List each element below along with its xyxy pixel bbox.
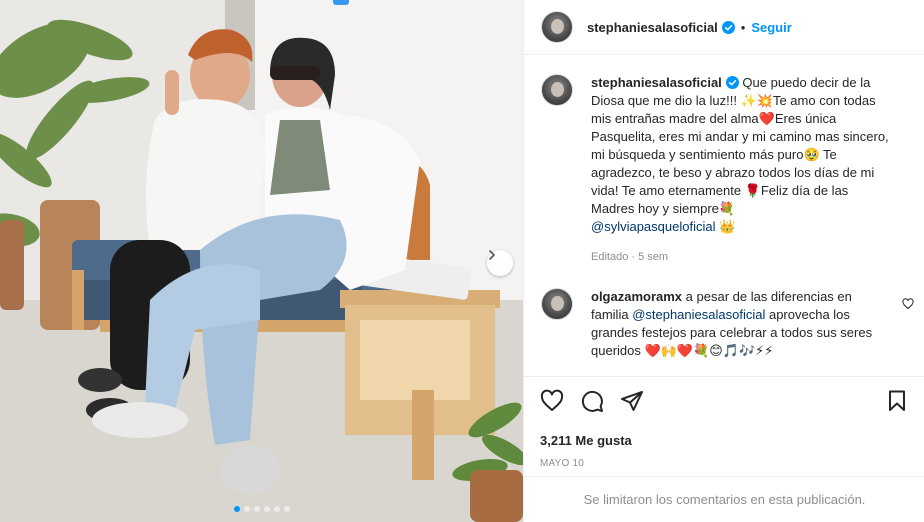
carousel-dot xyxy=(263,506,270,512)
comments-area[interactable]: stephaniesalasoficial Que puedo decir de… xyxy=(524,56,924,374)
photo-illustration xyxy=(0,0,523,522)
carousel-dot-active xyxy=(233,506,240,512)
carousel-dot xyxy=(243,506,250,512)
avatar[interactable] xyxy=(541,11,573,43)
comment-username[interactable]: olgazamoramx xyxy=(591,289,682,304)
comment-body: olgazamoramx a pesar de las diferencias … xyxy=(591,288,891,360)
bookmark-icon[interactable] xyxy=(885,389,909,413)
dot-separator: • xyxy=(740,19,746,35)
carousel-next-button[interactable] xyxy=(487,250,513,276)
post-side-panel: stephaniesalasoficial • Seguir stephanie… xyxy=(523,0,924,522)
share-icon[interactable] xyxy=(620,389,644,413)
comment-row: olgazamoramx a pesar de las diferencias … xyxy=(541,288,909,360)
post-header: stephaniesalasoficial • Seguir xyxy=(524,0,924,55)
caption: stephaniesalasoficial Que puedo decir de… xyxy=(591,74,891,266)
carousel-dots xyxy=(0,506,523,512)
comments-limited-notice: Se limitaron los comentarios en esta pub… xyxy=(524,476,924,522)
caption-username[interactable]: stephaniesalasoficial xyxy=(591,75,722,90)
top-indicator xyxy=(333,0,349,5)
carousel-dot xyxy=(283,506,290,512)
comment-like-heart-icon[interactable] xyxy=(902,298,914,310)
comment-avatar[interactable] xyxy=(541,288,573,320)
heart-icon[interactable] xyxy=(540,389,564,413)
carousel-dot xyxy=(253,506,260,512)
comment-mention[interactable]: @stephaniesalasoficial xyxy=(632,307,765,322)
verified-badge-icon xyxy=(721,20,735,34)
comment-icon[interactable] xyxy=(580,389,604,413)
caption-mention-tail: 👑 xyxy=(715,219,736,234)
post-photo[interactable] xyxy=(0,0,523,522)
caption-mention[interactable]: @sylviapasqueloficial xyxy=(591,219,715,234)
caption-meta: Editado · 5 sem xyxy=(591,251,669,263)
caption-text: Que puedo decir de la Diosa que me dio l… xyxy=(591,75,889,216)
action-icons xyxy=(540,389,909,413)
likes-count[interactable]: 3,211 Me gusta xyxy=(540,433,909,448)
verified-badge-icon xyxy=(725,76,739,89)
caption-row: stephaniesalasoficial Que puedo decir de… xyxy=(541,74,909,266)
post-date[interactable]: MAYO 10 xyxy=(540,458,909,469)
caption-avatar[interactable] xyxy=(541,74,573,106)
header-username[interactable]: stephaniesalasoficial xyxy=(587,20,718,35)
carousel-dot xyxy=(273,506,280,512)
chevron-right-icon xyxy=(489,250,496,260)
follow-button[interactable]: Seguir xyxy=(751,20,791,35)
